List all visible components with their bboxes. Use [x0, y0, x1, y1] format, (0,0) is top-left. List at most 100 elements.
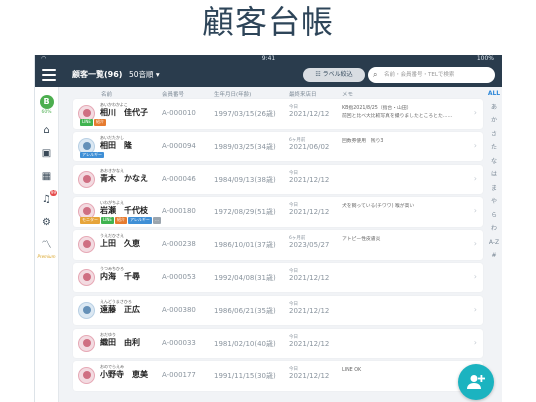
alphabet-item[interactable]: か [486, 114, 502, 128]
customer-tag: … [152, 217, 161, 224]
alphabet-item[interactable]: わ [486, 222, 502, 236]
menu-icon[interactable] [42, 69, 56, 81]
customer-dob: 1989/03/25(34歳) [214, 142, 276, 151]
app-frame: ◠ 9:41 100% 顧客一覧(96) 50音順 ▾ ☷ ラベル絞込 ⌕ 名前… [34, 55, 502, 402]
customer-dob: 1984/09/13(38歳) [214, 175, 276, 184]
customer-number: A-000053 [162, 272, 196, 281]
chevron-right-icon: › [473, 108, 477, 117]
alphabet-item[interactable]: は [486, 168, 502, 182]
col-name: 名前 [101, 92, 113, 98]
last-visit-date: 2023/05/27 [289, 241, 330, 250]
customer-name: 相田 隆 [100, 140, 132, 150]
status-time: 9:41 [261, 55, 276, 62]
customer-number: A-000380 [162, 305, 196, 314]
gear-icon[interactable]: ⚙ [35, 216, 58, 230]
last-visit-date: 2021/12/12 [289, 273, 330, 282]
chevron-right-icon: › [473, 140, 477, 150]
customer-name: 小野寺 恵美 [100, 370, 148, 380]
status-bar: ◠ 9:41 100% [35, 55, 502, 63]
customer-name: 相川 佳代子 [100, 108, 148, 117]
sidebar: B 60% ⌂ ▣ ▦ ♫ 99 ⚙ 〽 Premium [35, 87, 59, 402]
memo-line: 回数券使用 残り3 [342, 138, 384, 144]
col-number: 会員番号 [162, 92, 185, 98]
customer-row[interactable]: えんどうまさひろ 遠藤 正広 A-000380 1986/06/21(35歳) 今日 20… [73, 295, 483, 326]
last-visit-date: 2021/12/12 [289, 306, 330, 315]
customer-dob: 1986/10/01(37歳) [214, 241, 276, 250]
customer-tag: アレルギー [80, 151, 104, 159]
search-input[interactable]: ⌕ 名前・会員番号・TELで検索 [368, 67, 495, 83]
customer-list: あいかわかよこ 相川 佳代子 LINE 紹介 A-000010 1997/03/15(26… [73, 99, 483, 394]
wifi-icon: ◠ [41, 55, 47, 62]
progress-percent: 60% [41, 110, 52, 115]
customer-row[interactable]: あいかわかよこ 相川 佳代子 LINE 紹介 A-000010 1997/03/15(26… [73, 99, 483, 129]
avatar [78, 334, 95, 352]
customer-dob: 1972/08/29(51歳) [214, 208, 276, 217]
customer-tag: LINE [101, 217, 114, 224]
alphabet-item[interactable]: A-Z [486, 236, 502, 250]
alphabet-item[interactable]: さ [486, 128, 502, 142]
customer-tag: 紹介 [114, 217, 127, 224]
premium-icon[interactable]: 〽 [35, 239, 58, 253]
customer-row[interactable]: おのでらえみ 小野寺 恵美 A-000177 1991/11/15(30歳) 今日 202… [73, 361, 483, 391]
customer-number: A-000010 [162, 109, 196, 117]
sort-dropdown[interactable]: 50音順 ▾ [129, 69, 160, 80]
last-visit-date: 2021/12/12 [289, 110, 330, 118]
customer-number: A-000238 [162, 240, 196, 249]
customer-dob: 1997/03/15(26歳) [214, 110, 276, 118]
avatar [78, 301, 95, 319]
avatar [78, 367, 95, 385]
calendar-icon[interactable]: ▦ [35, 170, 58, 184]
battery-indicator: 100% [476, 55, 494, 62]
page-title: 顧客台帳 [201, 3, 334, 41]
alphabet-item[interactable]: た [486, 141, 502, 155]
top-bar: 顧客一覧(96) 50音順 ▾ ☷ ラベル絞込 ⌕ 名前・会員番号・TELで検索 [35, 63, 502, 87]
customer-row[interactable]: いわがちよえ 岩瀬 千代枝 モニター LINE 紹介 アレルギー… A-000180 1972… [73, 197, 483, 227]
col-dob: 生年月日(年齢) [214, 92, 252, 98]
customer-row[interactable]: おだゆり 織田 由利 A-000033 1981/02/10(40歳) 今日 2021/1… [73, 328, 483, 359]
chevron-right-icon: › [473, 239, 477, 249]
customer-dob: 1986/06/21(35歳) [214, 306, 276, 315]
add-person-icon [467, 375, 485, 389]
customer-name: 青木 かなえ [100, 173, 148, 183]
app-logo[interactable]: B [39, 95, 54, 109]
last-visit: 今日 2021/12/12 [289, 301, 329, 315]
customer-dob: 1992/04/08(31歳) [214, 273, 276, 282]
customer-row[interactable]: うつみちひろ 内海 千尋 A-000053 1992/04/08(31歳) 今日 2021… [73, 262, 483, 293]
alphabet-item[interactable]: # [486, 249, 502, 263]
customer-memo: KB指2021/8/25（指台・山田） 前回と比べ大比較写真を撮りましたところとた… [342, 105, 472, 121]
customer-name: 上田 久恵 [100, 239, 140, 249]
chevron-right-icon: › [473, 206, 477, 216]
customer-name: 遠藤 正広 [100, 304, 140, 314]
memo-line: LINE OK [342, 368, 362, 374]
last-visit-date: 2021/12/12 [289, 175, 330, 184]
label-filter-button[interactable]: ☷ ラベル絞込 [303, 68, 365, 82]
alphabet-item[interactable]: ら [486, 209, 502, 223]
customer-row[interactable]: うえだひさえ 上田 久恵 A-000238 1986/10/01(37歳) 6ヶ月前 20… [73, 230, 483, 260]
avatar [78, 170, 95, 188]
customer-number: A-000094 [162, 141, 196, 150]
alphabet-item[interactable]: や [486, 195, 502, 209]
alphabet-index: ALL あかさたなはまやらわ A-Z # [486, 87, 502, 402]
alphabet-item[interactable]: ALL [486, 87, 502, 101]
bell-icon[interactable]: ♫ 99 [35, 190, 58, 207]
premium-label: Premium [37, 254, 56, 259]
alphabet-item[interactable]: あ [486, 101, 502, 115]
search-placeholder: 名前・会員番号・TELで検索 [384, 72, 455, 78]
chevron-right-icon: › [473, 304, 477, 314]
alphabet-item[interactable]: な [486, 155, 502, 169]
customer-memo: アトピー性皮膚炎 [342, 236, 472, 244]
customer-tag: アレルギー [127, 217, 152, 224]
last-visit: 今日 2021/12/12 [289, 268, 329, 282]
last-visit: 今日 2021/12/12 [289, 334, 329, 348]
customer-number: A-000046 [162, 174, 196, 183]
home-icon[interactable]: ⌂ [35, 124, 58, 138]
add-customer-button[interactable] [458, 364, 494, 400]
gallery-icon[interactable]: ▣ [35, 147, 58, 161]
last-visit: 今日 2021/12/12 [289, 104, 329, 118]
customer-row[interactable]: あおきかなえ 青木 かなえ A-000046 1984/09/13(38歳) 今日 202… [73, 164, 483, 195]
alphabet-item[interactable]: ま [486, 182, 502, 196]
chevron-right-icon: › [473, 337, 477, 347]
notification-badge: 99 [49, 190, 57, 196]
customer-row[interactable]: あいだたかし 相田 隆アレルギー A-000094 1989/03/25(34歳) 6ヶ… [73, 131, 483, 162]
chevron-right-icon: › [473, 271, 477, 281]
